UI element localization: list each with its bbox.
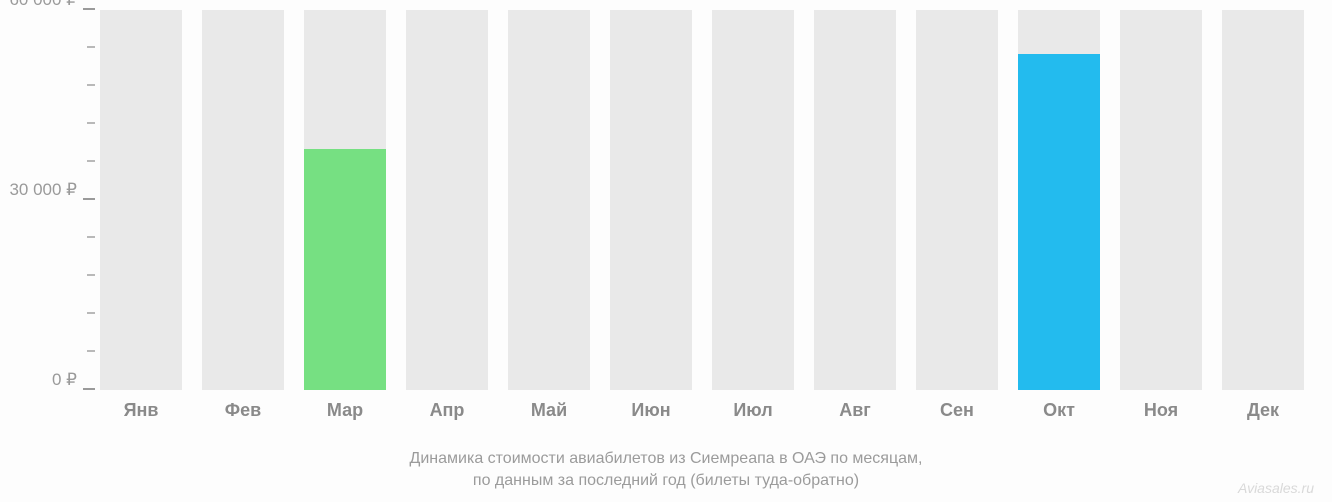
bar-background — [610, 10, 692, 390]
y-tick-mark — [87, 274, 95, 276]
bar-slot — [1120, 10, 1202, 390]
x-tick-label: Фев — [202, 400, 284, 421]
bar-background — [814, 10, 896, 390]
bar-value — [304, 149, 386, 390]
y-tick-mark — [87, 236, 95, 238]
x-axis-labels: Янв Фев Мар Апр Май Июн Июл Авг Сен Окт Ноя Дек — [100, 400, 1320, 430]
y-tick-mark — [87, 84, 95, 86]
y-axis: 0 ₽30 000 ₽60 000 ₽ — [0, 10, 95, 390]
bar-background — [1222, 10, 1304, 390]
y-tick-label: 0 ₽ — [52, 370, 77, 390]
bar-slot — [1018, 10, 1100, 390]
bar-background — [712, 10, 794, 390]
bar-slot — [610, 10, 692, 390]
bar-slot — [508, 10, 590, 390]
x-tick-label: Янв — [100, 400, 182, 421]
x-tick-label: Сен — [916, 400, 998, 421]
bar-background — [1120, 10, 1202, 390]
bar-background — [406, 10, 488, 390]
bar-background — [916, 10, 998, 390]
chart-caption-line1: Динамика стоимости авиабилетов из Сиемре… — [0, 448, 1332, 470]
y-tick-mark — [87, 122, 95, 124]
x-tick-label: Апр — [406, 400, 488, 421]
bar-slot — [712, 10, 794, 390]
y-tick-label: 30 000 ₽ — [9, 180, 77, 200]
x-tick-label: Окт — [1018, 400, 1100, 421]
x-tick-label: Июл — [712, 400, 794, 421]
chart-plot-area — [100, 10, 1320, 390]
y-tick-mark — [87, 350, 95, 352]
bar-slot — [406, 10, 488, 390]
x-tick-label: Май — [508, 400, 590, 421]
bar-background — [100, 10, 182, 390]
bar-background — [508, 10, 590, 390]
x-tick-label: Мар — [304, 400, 386, 421]
bar-slot — [100, 10, 182, 390]
y-tick-mark — [87, 46, 95, 48]
y-tick-mark — [87, 160, 95, 162]
y-tick-mark — [83, 8, 95, 10]
chart-caption-line2: по данным за последний год (билеты туда-… — [0, 470, 1332, 492]
y-tick-mark — [83, 388, 95, 390]
x-tick-label: Авг — [814, 400, 896, 421]
watermark: Aviasales.ru — [1238, 480, 1314, 496]
bar-slot — [304, 10, 386, 390]
bar-background — [202, 10, 284, 390]
bar-slot — [814, 10, 896, 390]
bar-value — [1018, 54, 1100, 390]
x-tick-label: Дек — [1222, 400, 1304, 421]
bar-slot — [916, 10, 998, 390]
y-tick-mark — [87, 312, 95, 314]
x-tick-label: Ноя — [1120, 400, 1202, 421]
y-tick-label: 60 000 ₽ — [9, 0, 77, 10]
bar-slot — [202, 10, 284, 390]
y-tick-mark — [83, 198, 95, 200]
bar-slot — [1222, 10, 1304, 390]
x-tick-label: Июн — [610, 400, 692, 421]
